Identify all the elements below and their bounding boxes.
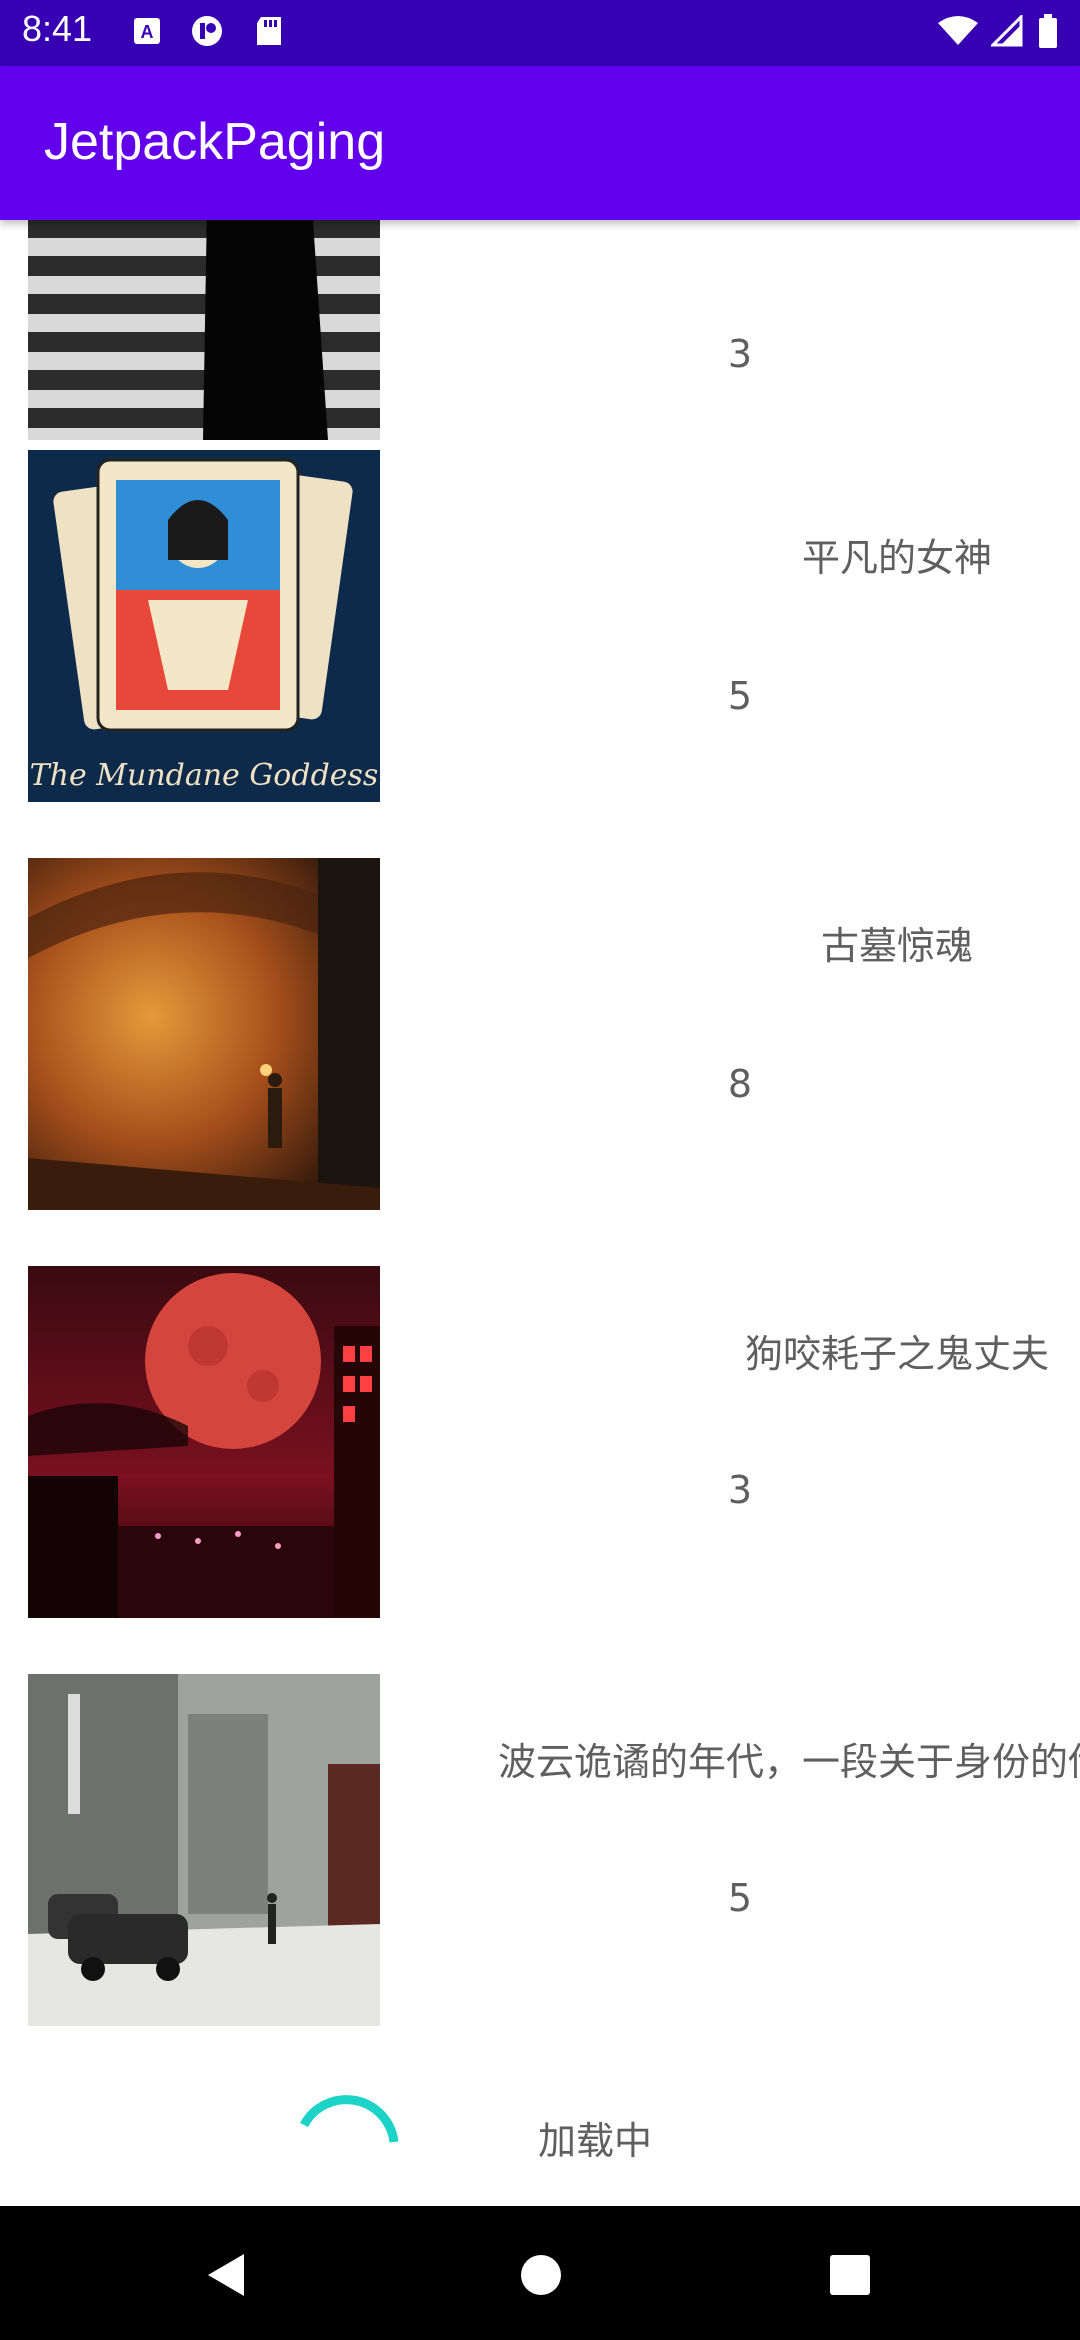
item-number: 8 [727,1062,753,1106]
svg-text:The Mundane Goddess: The Mundane Goddess [30,758,379,793]
status-bar: 8:41 A [0,0,1080,66]
list-item[interactable]: 波云诡谲的年代，一段关于身份的传奇缓缓上演 5 [0,1674,1080,2026]
item-number: 3 [727,332,753,376]
headset-icon [190,14,224,48]
list-item[interactable]: 狗咬耗子之鬼丈夫 3 [0,1266,1080,1618]
item-title: 狗咬耗子之鬼丈夫 [744,1332,1049,1376]
item-title: 波云诡谲的年代，一段关于身份的传奇缓缓上演 [497,1740,1080,1784]
paging-list[interactable]: 3 The Mundane Goddess 平凡的女神 5 古墓惊魂 8 狗咬耗… [0,220,1080,2206]
home-icon[interactable] [506,2240,576,2310]
sd-card-icon [252,14,286,48]
umbrella-crosswalk-photo [28,220,380,440]
item-number: 5 [727,1876,753,1920]
loading-footer: 加载中 [0,2060,1080,2206]
item-thumbnail [28,220,380,440]
item-number: 5 [727,674,753,718]
battery-icon [1036,14,1060,48]
list-item[interactable]: 3 [0,220,1080,440]
snowy-street-poster [28,1674,380,2026]
item-thumbnail: The Mundane Goddess [28,450,380,802]
loading-spinner-icon [300,2095,399,2143]
recents-icon[interactable] [815,2240,885,2310]
status-time: 8:41 [22,8,93,49]
tomb-corridor-poster [28,858,380,1210]
wifi-icon [936,14,980,48]
cellular-signal-icon [990,14,1024,48]
item-number: 3 [727,1468,753,1512]
mundane-goddess-poster: The Mundane Goddess [28,450,380,802]
a-notification-icon: A [130,14,164,48]
list-item[interactable]: The Mundane Goddess 平凡的女神 5 [0,450,1080,802]
app-bar: JetpackPaging [0,66,1080,220]
item-thumbnail [28,1266,380,1618]
item-thumbnail [28,858,380,1210]
app-title: JetpackPaging [44,113,386,171]
red-moon-city-poster [28,1266,380,1618]
item-thumbnail [28,1674,380,2026]
svg-text:A: A [141,22,154,42]
loading-label: 加载中 [538,2119,653,2163]
navigation-bar [0,2206,1080,2340]
back-icon[interactable] [192,2240,262,2310]
item-title: 古墓惊魂 [820,924,973,968]
item-title: 平凡的女神 [801,536,992,580]
list-item[interactable]: 古墓惊魂 8 [0,858,1080,1210]
